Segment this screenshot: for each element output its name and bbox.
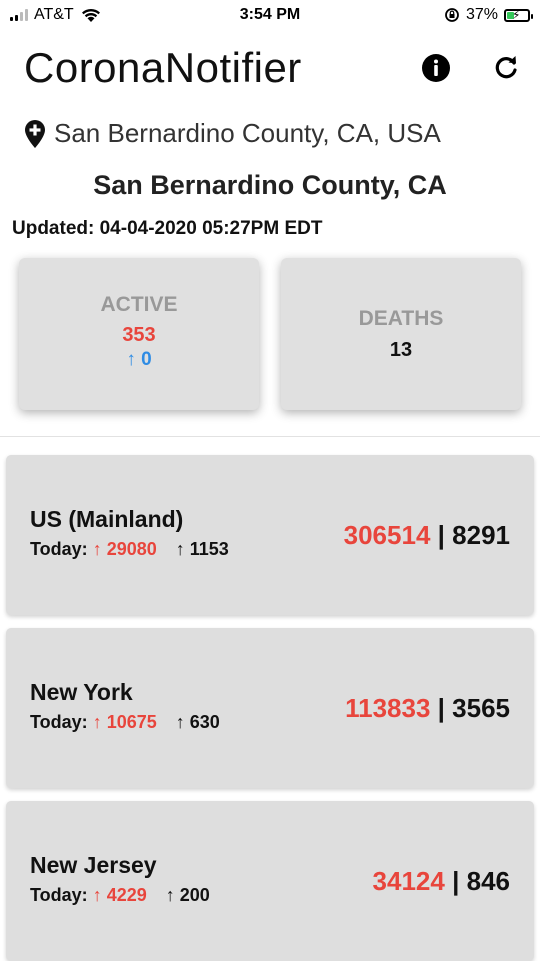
refresh-icon [495,56,517,79]
info-icon [422,54,450,82]
location-text: San Bernardino County, CA, USA [54,118,441,148]
active-value: 353 [122,324,156,346]
today-cases: ↑ 4229 [92,885,147,905]
deaths-card[interactable]: DEATHS 13 [281,258,521,410]
status-right: 37% ⚡ [444,6,533,24]
region-totals: 34124 | 846 [373,866,510,897]
updated-timestamp: Updated: 04-04-2020 05:27PM EDT [12,218,323,239]
location-pin-plus-icon [25,119,45,148]
totals-separator: | [437,520,445,550]
today-cases: ↑ 29080 [92,539,157,559]
region-today: Today: ↑ 29080 ↑ 1153 [30,539,229,560]
location-row[interactable]: San Bernardino County, CA, USA [24,118,441,149]
today-deaths: ↑ 1153 [175,539,229,559]
region-card-us[interactable]: US (Mainland) Today: ↑ 29080 ↑ 1153 3065… [6,455,534,615]
today-label: Today: [30,539,88,559]
region-card-new-jersey[interactable]: New Jersey Today: ↑ 4229 ↑ 200 34124 | 8… [6,801,534,961]
totals-separator: | [437,693,445,723]
divider [0,436,540,437]
total-deaths: 846 [466,866,510,896]
today-label: Today: [30,885,88,905]
deaths-value: 13 [389,339,413,361]
refresh-button[interactable] [490,52,522,84]
total-deaths: 3565 [452,693,510,723]
active-label: ACTIVE [100,293,178,316]
orientation-lock-icon [445,8,459,22]
today-label: Today: [30,712,88,732]
today-deaths: ↑ 200 [165,885,210,905]
info-button[interactable] [420,52,452,84]
app-title: CoronaNotifier [24,44,302,91]
total-deaths: 8291 [452,520,510,550]
region-card-new-york[interactable]: New York Today: ↑ 10675 ↑ 630 113833 | 3… [6,628,534,788]
total-cases: 113833 [345,693,431,723]
region-totals: 113833 | 3565 [345,693,510,724]
region-today: Today: ↑ 4229 ↑ 200 [30,885,210,906]
battery-percent: 37% [465,6,498,23]
county-title: San Bernardino County, CA [93,170,447,200]
region-name: New Jersey [30,852,157,878]
region-name: New York [30,679,133,705]
total-cases: 306514 [343,520,431,550]
region-today: Today: ↑ 10675 ↑ 630 [30,712,220,733]
today-deaths: ↑ 630 [175,712,220,732]
status-bar: AT&T 3:54 PM 37% ⚡ [0,0,540,32]
active-card[interactable]: ACTIVE 353 ↑ 0 [19,258,259,410]
deaths-label: DEATHS [358,307,444,330]
total-cases: 34124 [372,866,445,896]
today-cases: ↑ 10675 [92,712,157,732]
region-totals: 306514 | 8291 [344,520,510,551]
totals-separator: | [452,866,460,896]
region-name: US (Mainland) [30,506,184,532]
active-delta: ↑ 0 [126,349,152,370]
battery-charging-icon: ⚡ [504,8,533,22]
